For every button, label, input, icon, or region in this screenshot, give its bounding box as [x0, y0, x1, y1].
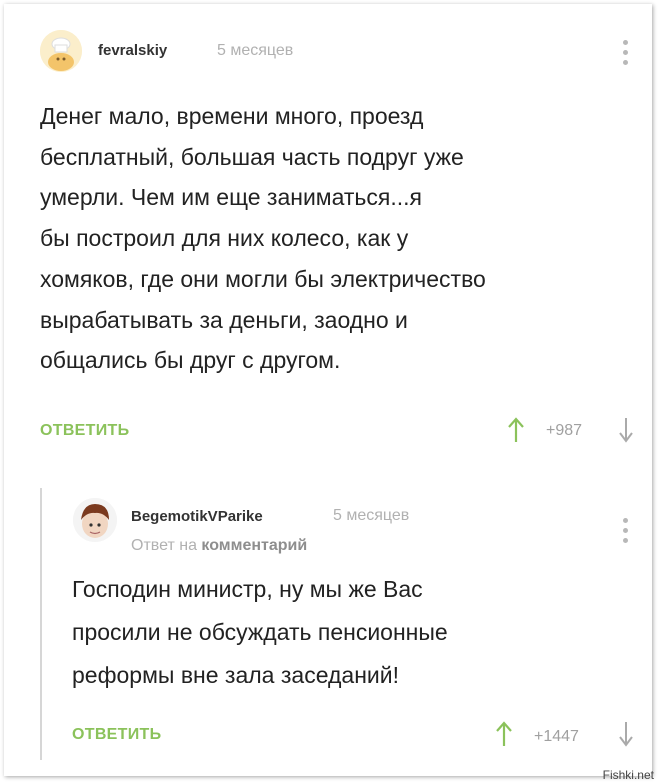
chef-avatar-icon	[40, 30, 82, 72]
comment-line: Господин министр, ну мы же Вас	[72, 576, 423, 602]
comment-line: бы построил для них колесо, как у	[40, 225, 409, 252]
watermark: Fishki.net	[602, 768, 654, 782]
avatar[interactable]	[40, 30, 82, 72]
username[interactable]: BegemotikVParike	[131, 508, 263, 525]
reply-button[interactable]: ОТВЕТИТЬ	[72, 726, 161, 744]
comment-line: реформы вне зала заседаний!	[72, 662, 399, 688]
more-options-icon[interactable]	[623, 40, 629, 65]
comment-time: 5 месяцев	[217, 42, 294, 59]
reply-to-prefix: Ответ на	[131, 537, 197, 554]
comment-text: Денег мало, времени много, проезд беспла…	[40, 96, 486, 381]
comment-time: 5 месяцев	[333, 507, 410, 524]
comment-score: +1447	[534, 728, 579, 745]
reply-button[interactable]: ОТВЕТИТЬ	[40, 422, 129, 440]
reply-to-link[interactable]: комментарий	[201, 537, 307, 554]
comment-text: Господин министр, ну мы же Вас просили н…	[72, 568, 448, 697]
arrow-up-icon[interactable]	[494, 720, 514, 748]
comment-line: умерли. Чем им еще заниматься...я	[40, 184, 422, 211]
user-avatar-icon	[73, 498, 117, 542]
avatar[interactable]	[73, 498, 117, 542]
comment-score: +987	[546, 422, 583, 439]
more-options-icon[interactable]	[623, 518, 629, 543]
arrow-down-icon[interactable]	[616, 720, 636, 748]
comment-line: бесплатный, большая часть подруг уже	[40, 143, 464, 170]
comment-line: вырабатывать за деньги, заодно и	[40, 306, 408, 333]
comment-line: Денег мало, времени много, проезд	[40, 103, 424, 129]
comment: fevralskiy 5 месяцев Денег мало, времени…	[4, 4, 652, 474]
arrow-down-icon[interactable]	[616, 416, 636, 444]
comment-line: просили не обсуждать пенсионные	[72, 619, 448, 645]
reply-comment: BegemotikVParike 5 месяцев Ответ на комм…	[4, 474, 652, 776]
comments-panel: fevralskiy 5 месяцев Денег мало, времени…	[4, 4, 652, 776]
username[interactable]: fevralskiy	[98, 42, 167, 59]
thread-line	[40, 488, 42, 760]
arrow-up-icon[interactable]	[506, 416, 526, 444]
reply-to-label: Ответ на комментарий	[131, 537, 307, 555]
comment-line: общались бы друг с другом.	[40, 347, 341, 374]
comment-line: хомяков, где они могли бы электричество	[40, 265, 486, 292]
